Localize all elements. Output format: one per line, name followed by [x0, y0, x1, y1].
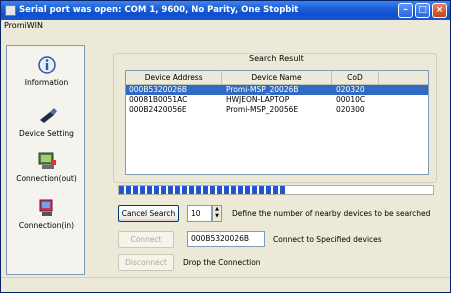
minimize-button[interactable]: –: [398, 3, 413, 18]
close-button[interactable]: ×: [432, 3, 447, 18]
sidebar-item-device-setting[interactable]: Device Setting: [7, 106, 86, 138]
title-bar[interactable]: Serial port was open: COM 1, 9600, No Pa…: [1, 1, 450, 20]
device-cod: 00010C: [336, 95, 366, 104]
nearby-count-input[interactable]: 10: [187, 205, 212, 222]
status-bar: [1, 277, 450, 292]
table-row[interactable]: 00081B0051AC HWJEON-LAPTOP 00010C: [126, 95, 428, 105]
info-icon: [37, 56, 56, 74]
device-address-input[interactable]: 000B5320026B: [187, 231, 265, 247]
device-name: HWJEON-LAPTOP: [226, 95, 290, 104]
disconnect-description: Drop the Connection: [183, 258, 261, 267]
disconnect-button[interactable]: Disconnect: [118, 254, 174, 271]
sidebar-item-label: Information: [24, 78, 69, 87]
column-header-name[interactable]: Device Name: [222, 71, 332, 84]
sidebar-item-label: Device Setting: [19, 129, 74, 138]
device-address: 00081B0051AC: [129, 95, 188, 104]
app-name: PromiWIN: [4, 21, 43, 30]
search-progress-bar: [118, 185, 434, 195]
device-setting-icon: [39, 108, 57, 123]
sidebar-item-connection-in[interactable]: Connection(in): [7, 198, 86, 230]
device-list-header: Device Address Device Name CoD: [126, 71, 428, 85]
connect-description: Connect to Specified devices: [273, 235, 382, 244]
nearby-count-description: Define the number of nearby devices to b…: [232, 209, 431, 218]
column-header-cod[interactable]: CoD: [332, 71, 380, 84]
device-cod: 020320: [333, 85, 381, 95]
sidebar-item-label: Connection(in): [18, 221, 75, 230]
connection-out-icon: [38, 152, 56, 169]
cancel-search-button[interactable]: Cancel Search: [118, 205, 179, 222]
device-name: Promi-MSP_20026B: [226, 85, 299, 94]
nearby-count-stepper[interactable]: ▲ ▼: [212, 205, 222, 222]
search-progress-fill: [119, 186, 286, 194]
device-address: 000B2420056E: [129, 105, 187, 114]
device-name: Promi-MSP_20056E: [226, 105, 299, 114]
app-icon: [5, 5, 16, 16]
sidebar-item-connection-out[interactable]: Connection(out): [7, 151, 86, 183]
table-row[interactable]: 000B5320026B Promi-MSP_20026B 020320: [126, 85, 428, 95]
sidebar-item-label: Connection(out): [16, 174, 77, 183]
connect-button[interactable]: Connect: [118, 231, 174, 248]
maximize-button[interactable]: □: [415, 3, 430, 18]
table-row[interactable]: 000B2420056E Promi-MSP_20056E 020300: [126, 105, 428, 115]
app-window: Serial port was open: COM 1, 9600, No Pa…: [0, 0, 451, 293]
spin-up-icon[interactable]: ▲: [213, 206, 221, 213]
device-list[interactable]: Device Address Device Name CoD 000B53200…: [125, 70, 429, 175]
column-header-address[interactable]: Device Address: [126, 71, 223, 84]
spin-down-icon[interactable]: ▼: [213, 213, 221, 220]
connection-in-icon: [39, 199, 52, 216]
column-header-extra[interactable]: [379, 71, 428, 84]
sidebar-item-information[interactable]: Information: [7, 55, 86, 87]
search-result-title: Search Result: [246, 54, 307, 63]
window-controls: – □ ×: [398, 3, 447, 18]
sidebar: Information Device Setting Connection(ou…: [6, 45, 85, 275]
window-title: Serial port was open: COM 1, 9600, No Pa…: [19, 5, 299, 15]
device-cod: 020300: [336, 105, 365, 114]
device-address: 000B5320026B: [129, 85, 188, 94]
